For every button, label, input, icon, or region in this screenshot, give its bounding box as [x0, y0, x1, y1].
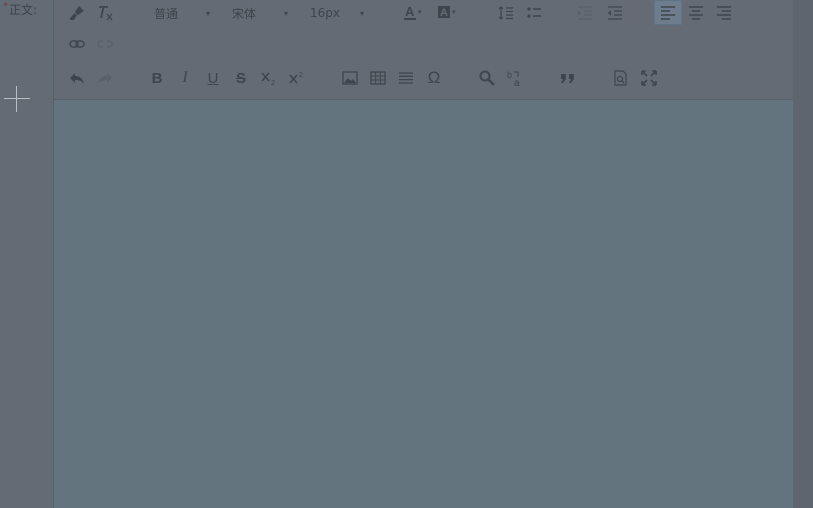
replace-icon[interactable]: ba: [504, 67, 526, 89]
editor-toolbar: 普通 ▾ 宋体 ▾ 16px ▾ A ▾ A ▾ B I U S 2 2 Ω b…: [54, 0, 793, 100]
align-left-icon[interactable]: [654, 0, 682, 25]
align-right-icon[interactable]: [713, 2, 735, 24]
font-size-select[interactable]: 16px ▾: [310, 3, 370, 23]
bold-button[interactable]: B: [146, 67, 168, 89]
field-label-text: 正文:: [9, 3, 38, 17]
fullscreen-icon[interactable]: [638, 67, 660, 89]
font-size-value: 16px: [310, 6, 340, 20]
add-plus-icon[interactable]: [4, 86, 30, 112]
list-icon[interactable]: [523, 2, 545, 24]
horizontal-rule-icon[interactable]: [395, 67, 417, 89]
italic-button[interactable]: I: [174, 67, 196, 89]
search-icon[interactable]: [476, 67, 498, 89]
image-icon[interactable]: [339, 67, 361, 89]
line-height-icon[interactable]: [495, 2, 517, 24]
subscript-icon[interactable]: 2: [258, 67, 280, 89]
rich-text-editor: 普通 ▾ 宋体 ▾ 16px ▾ A ▾ A ▾ B I U S 2 2 Ω b…: [53, 0, 793, 508]
paragraph-format-select[interactable]: 普通 ▾: [154, 3, 214, 23]
svg-text:2: 2: [271, 80, 275, 86]
chevron-down-icon: ▾: [284, 8, 289, 18]
svg-text:2: 2: [299, 72, 303, 79]
preview-icon[interactable]: [610, 67, 632, 89]
required-mark: *: [3, 1, 8, 12]
bg-color-icon[interactable]: A ▾: [436, 2, 460, 24]
unlink-icon[interactable]: [94, 33, 116, 55]
quote-icon[interactable]: [557, 67, 579, 89]
paragraph-format-value: 普通: [154, 6, 179, 21]
underline-button[interactable]: U: [202, 67, 224, 89]
clear-format-icon[interactable]: [94, 2, 116, 24]
align-center-icon[interactable]: [685, 2, 707, 24]
svg-text:▾: ▾: [418, 9, 422, 16]
svg-text:b: b: [507, 70, 512, 80]
brush-icon[interactable]: [66, 2, 88, 24]
table-icon[interactable]: [367, 67, 389, 89]
right-panel-edge: [793, 0, 813, 508]
chevron-down-icon: ▾: [360, 8, 365, 18]
superscript-icon[interactable]: 2: [286, 67, 308, 89]
svg-text:a: a: [514, 78, 520, 87]
indent-icon[interactable]: [574, 2, 596, 24]
svg-text:A: A: [440, 7, 448, 19]
font-family-value: 宋体: [232, 6, 257, 21]
font-color-icon[interactable]: A ▾: [402, 2, 426, 24]
chevron-down-icon: ▾: [206, 8, 211, 18]
editor-content-area[interactable]: [54, 100, 793, 508]
svg-text:▾: ▾: [452, 9, 456, 16]
font-family-select[interactable]: 宋体 ▾: [232, 3, 292, 23]
strikethrough-button[interactable]: S: [230, 67, 252, 89]
outdent-icon[interactable]: [604, 2, 626, 24]
link-icon[interactable]: [66, 33, 88, 55]
omega-icon[interactable]: Ω: [423, 67, 445, 89]
redo-icon[interactable]: [94, 67, 116, 89]
field-label: *正文:: [3, 1, 37, 18]
svg-text:A: A: [405, 4, 415, 19]
undo-icon[interactable]: [66, 67, 88, 89]
